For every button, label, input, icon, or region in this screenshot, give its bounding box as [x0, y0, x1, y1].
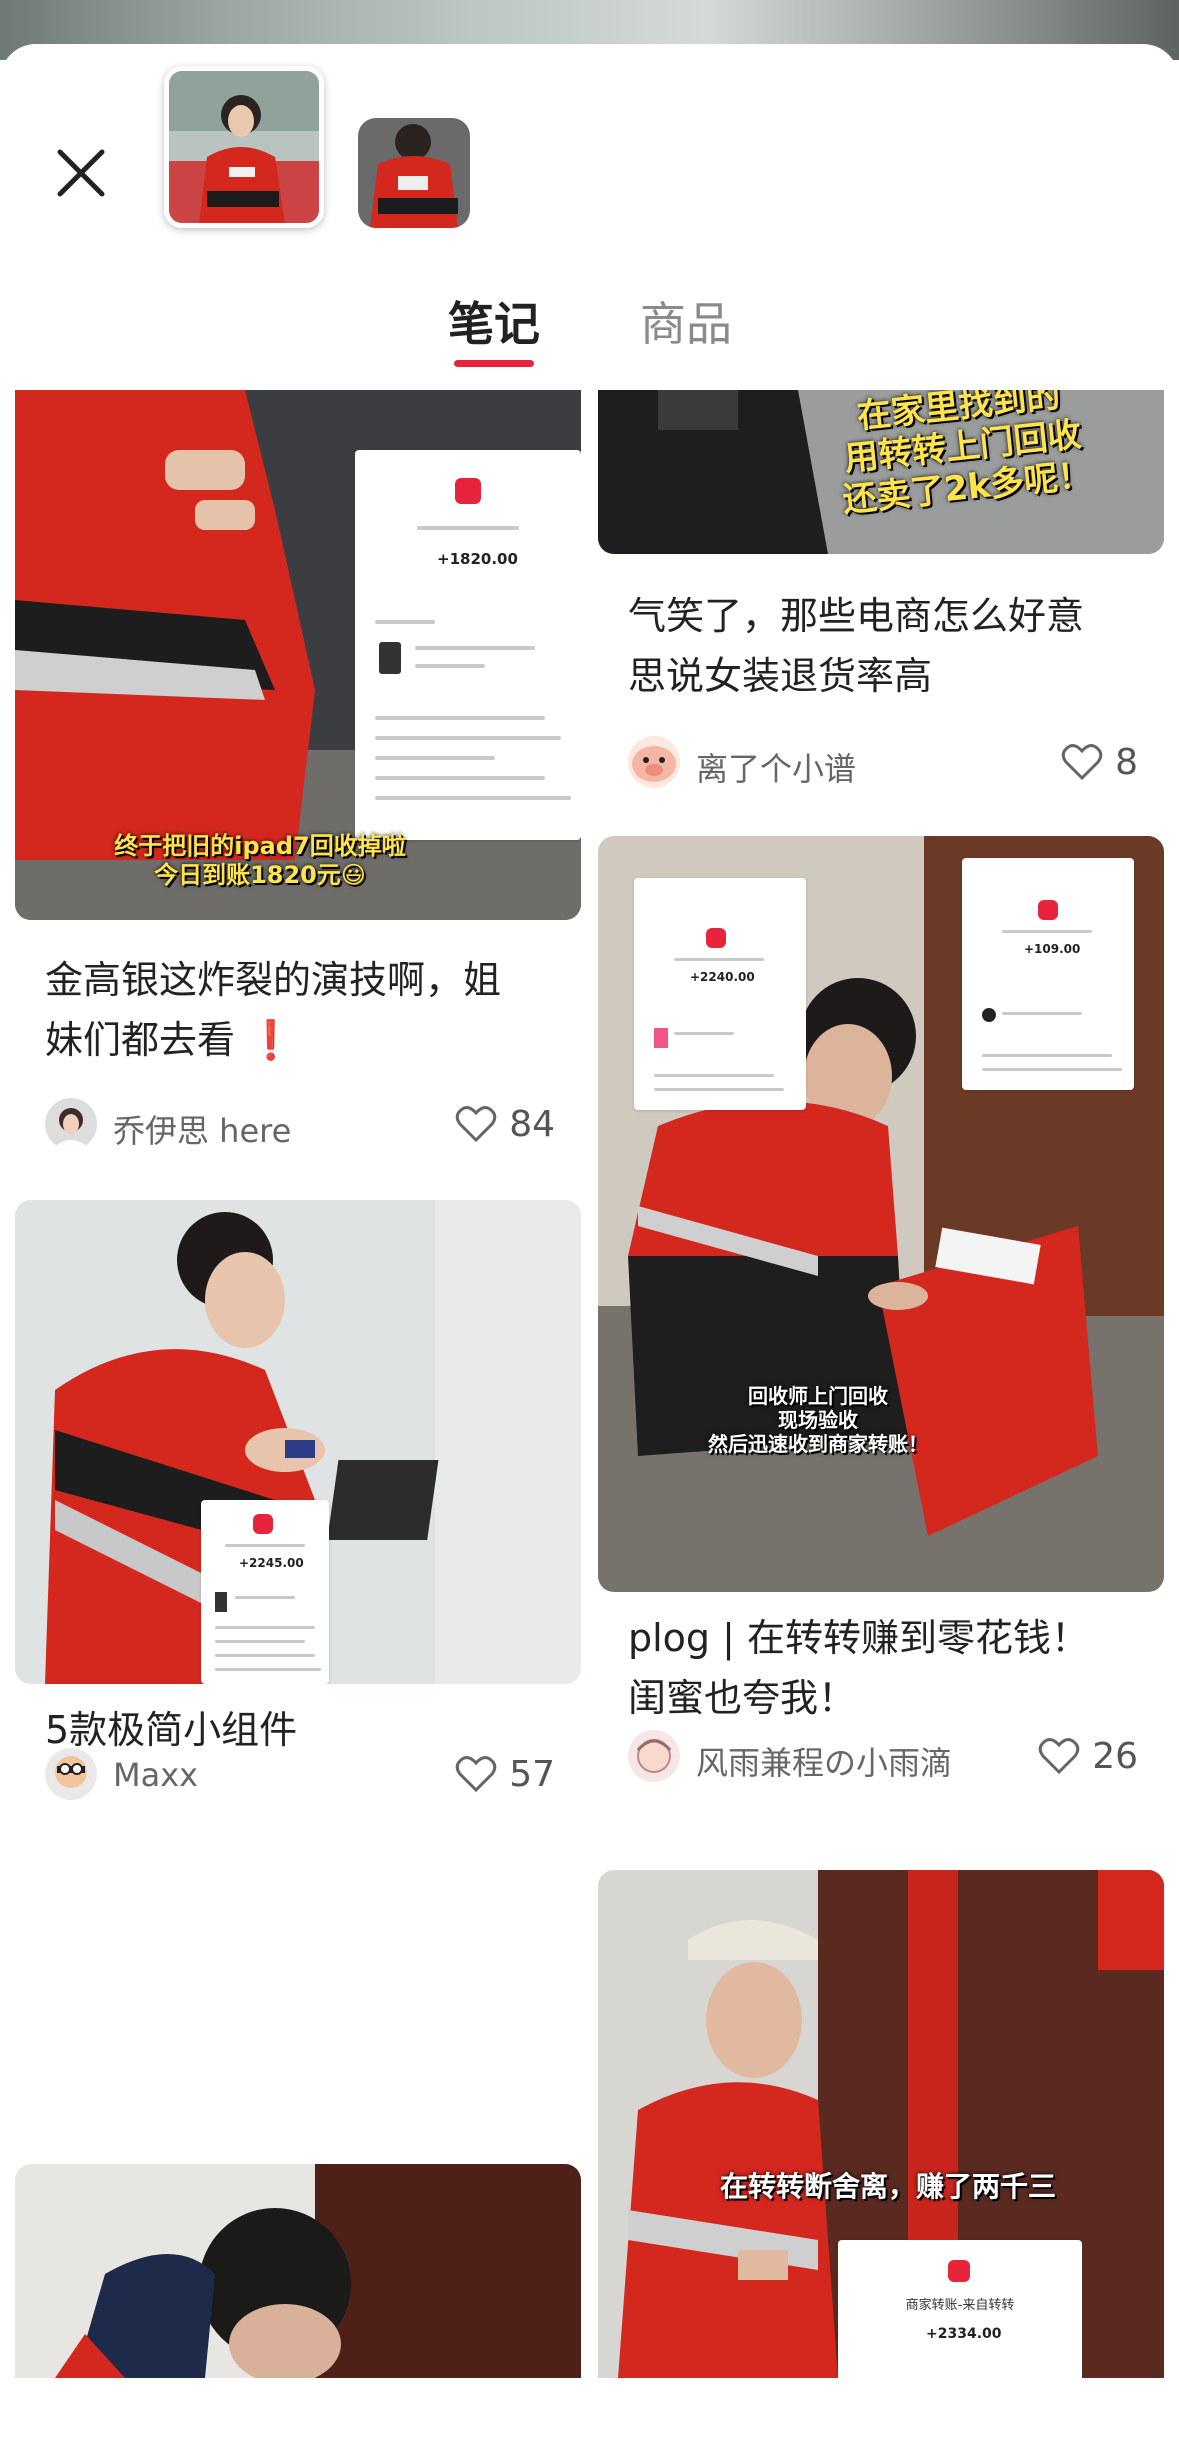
- heart-icon: [1038, 1738, 1080, 1775]
- avatar[interactable]: [628, 1730, 680, 1782]
- receipt-amount: +2240.00: [690, 970, 755, 984]
- avatar[interactable]: [628, 736, 680, 788]
- note-meta: Maxx 57: [45, 1748, 555, 1800]
- like-count: 84: [509, 1103, 555, 1145]
- receipt-amount: +1820.00: [437, 550, 518, 568]
- note-title: 气笑了，那些电商怎么好意 思说女装退货率高: [628, 594, 1085, 698]
- like-count: 26: [1092, 1735, 1138, 1777]
- avatar[interactable]: [45, 1748, 97, 1800]
- receipt-title: 商家转账-来自转转: [905, 2298, 1015, 2313]
- author-name[interactable]: Maxx: [113, 1756, 198, 1794]
- like-count: 57: [509, 1753, 555, 1795]
- close-button[interactable]: [52, 144, 110, 202]
- note-meta: 离了个小谱 8: [628, 736, 1138, 788]
- note-title: plog | 在转转赚到零花钱！ 闺蜜也夸我！: [628, 1616, 1090, 1720]
- note-card[interactable]: +2245.00 5款极简小组件 Maxx 57: [15, 1200, 581, 1810]
- tab-active-indicator: [454, 360, 534, 367]
- note-card[interactable]: 在转转断舍离，赚了两千三 商家转账-来自转转 +2334.00: [598, 1870, 1164, 2378]
- transfer-receipt: +2245.00: [201, 1500, 329, 1684]
- note-cover-image: +2240.00 +109.00 回收师上门回收 现场验收 然后迅速收到商家转账…: [598, 836, 1164, 1592]
- like-button[interactable]: 57: [455, 1752, 555, 1796]
- transfer-receipt: +109.00: [962, 858, 1134, 1090]
- note-cover-image: +2245.00: [15, 1200, 581, 1684]
- author-name[interactable]: 乔伊思 here: [113, 1106, 291, 1152]
- notes-feed[interactable]: +1820.00 终于把旧的ipad7回收掉啦 今日到账1820元😃 金高银这炸…: [0, 390, 1179, 2378]
- note-card[interactable]: 在家里找到的 用转转上门回收 还卖了2k多呢！ 气笑了，那些电商怎么好意 思说女…: [598, 390, 1164, 820]
- like-button[interactable]: 8: [1061, 740, 1138, 784]
- heart-icon: [455, 1756, 497, 1793]
- like-button[interactable]: 26: [1038, 1734, 1138, 1778]
- receipt-amount: +2245.00: [239, 1556, 304, 1570]
- author-name[interactable]: 离了个小谱: [696, 744, 856, 790]
- receipt-amount: +109.00: [1024, 942, 1081, 956]
- heart-icon: [1061, 744, 1103, 781]
- like-count: 8: [1115, 741, 1138, 783]
- note-meta: 风雨兼程の小雨滴 26: [628, 1730, 1138, 1782]
- tab-bar: 笔记 商品: [0, 288, 1179, 368]
- note-cover-image: 在转转断舍离，赚了两千三 商家转账-来自转转 +2334.00: [598, 1870, 1164, 2378]
- note-meta: 乔伊思 here 84: [45, 1098, 555, 1150]
- cover-caption: 在转转断舍离，赚了两千三: [719, 2170, 1056, 2203]
- receipt-amount: +2334.00: [926, 2326, 1002, 2342]
- note-card[interactable]: [15, 2164, 581, 2378]
- heart-icon: [455, 1106, 497, 1143]
- receipt-logo-icon: [455, 478, 481, 504]
- tab-products[interactable]: 商品: [640, 288, 732, 354]
- author-name[interactable]: 风雨兼程の小雨滴: [696, 1738, 952, 1784]
- transfer-receipt: 商家转账-来自转转 +2334.00: [838, 2240, 1082, 2378]
- cover-caption: 终于把旧的ipad7回收掉啦 今日到账1820元😃: [114, 832, 406, 889]
- transfer-receipt: +2240.00: [634, 878, 806, 1110]
- product-thumbnail-selected[interactable]: [164, 66, 324, 228]
- transfer-receipt: +1820.00: [355, 450, 581, 840]
- note-card[interactable]: +2240.00 +109.00 回收师上门回收 现场验收 然后迅速收到商家转账…: [598, 836, 1164, 1798]
- avatar[interactable]: [45, 1098, 97, 1150]
- cover-caption: 回收师上门回收 现场验收 然后迅速收到商家转账！: [708, 1384, 928, 1456]
- note-title: 金高银这炸裂的演技啊，姐 妹们都去看 ❗: [45, 958, 502, 1062]
- bottom-sheet: 笔记 商品 +1820.00 终于把旧的ipad7回收掉啦 今日到账1820元😃…: [0, 44, 1179, 2439]
- product-thumbnail[interactable]: [358, 118, 470, 228]
- note-cover-image: [15, 2164, 581, 2378]
- like-button[interactable]: 84: [455, 1102, 555, 1146]
- note-cover-image: 在家里找到的 用转转上门回收 还卖了2k多呢！: [598, 390, 1164, 554]
- tab-notes[interactable]: 笔记: [448, 288, 540, 354]
- note-card[interactable]: +1820.00 终于把旧的ipad7回收掉啦 今日到账1820元😃 金高银这炸…: [15, 390, 581, 1175]
- note-cover-image: +1820.00 终于把旧的ipad7回收掉啦 今日到账1820元😃: [15, 390, 581, 920]
- close-icon: [57, 149, 105, 197]
